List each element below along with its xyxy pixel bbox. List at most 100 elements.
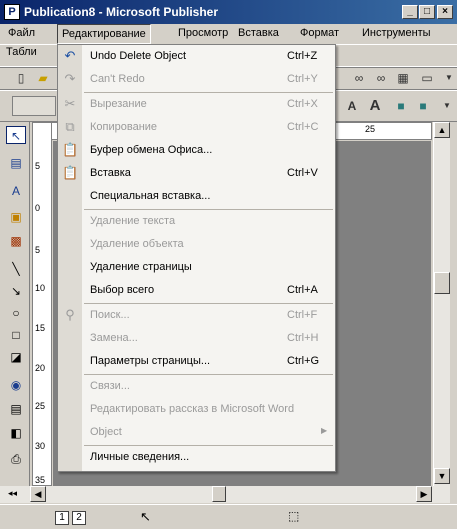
ruler-tick: 20 (35, 363, 46, 373)
ruler-tick: 5 (35, 161, 41, 171)
paste-icon: 📋 (62, 165, 79, 180)
vertical-scroll-thumb[interactable] (434, 272, 450, 294)
menu-item-undo[interactable]: ↶ Undo Delete Object Ctrl+Z (58, 45, 335, 68)
design-gallery-icon[interactable]: ⎙ (6, 450, 26, 468)
menu-item-object[interactable]: Object ▶ (58, 421, 335, 444)
menu-item-paste[interactable]: 📋 Вставка Ctrl+V (58, 162, 335, 185)
menu-item-paste-special[interactable]: Специальная вставка... (58, 185, 335, 208)
menu-format[interactable]: Формат (298, 27, 341, 39)
menu-item-label: Удаление объекта (90, 238, 184, 250)
horizontal-scroll-thumb[interactable] (212, 486, 226, 502)
scroll-right-button[interactable]: ▶ (416, 486, 432, 502)
menu-item-personal-info[interactable]: Личные сведения... (58, 446, 335, 469)
picture-frame-icon[interactable]: ▣ (6, 208, 26, 226)
shadow-icon[interactable]: ■ (414, 97, 432, 115)
hot-spot-icon[interactable]: ◉ (6, 376, 26, 394)
find-icon: ⚲ (65, 307, 75, 322)
unlink-icon[interactable]: ∞ (372, 69, 390, 87)
toolbar-options-icon[interactable]: ▼ (440, 69, 457, 87)
menu-item-office-clipboard[interactable]: 📋 Буфер обмена Офиса... (58, 139, 335, 162)
menu-file[interactable]: Файл (6, 27, 37, 39)
link-icon[interactable]: ∞ (350, 69, 368, 87)
edit-menu-dropdown: ↶ Undo Delete Object Ctrl+Z ↷ Can't Redo… (57, 44, 336, 472)
wordart-icon[interactable]: A (6, 182, 26, 200)
menu-view[interactable]: Просмотр (176, 27, 230, 39)
menu-item-page-setup[interactable]: Параметры страницы... Ctrl+G (58, 350, 335, 373)
page-2-button[interactable]: 2 (72, 511, 86, 525)
menu-item-links[interactable]: Связи... (58, 375, 335, 398)
title-bar[interactable]: P Publication8 - Microsoft Publisher _ □… (0, 0, 457, 24)
menu-item-shortcut: Ctrl+G (287, 355, 320, 367)
vertical-scrollbar[interactable]: ▲ ▼ (433, 122, 450, 486)
increase-font-icon[interactable]: A (343, 97, 361, 115)
menu-item-label: Удаление страницы (90, 261, 192, 273)
submenu-arrow-icon: ▶ (321, 426, 328, 435)
scroll-up-button[interactable]: ▲ (434, 122, 450, 138)
menu-item-label: Личные сведения... (90, 451, 190, 463)
pointer-icon[interactable]: ↖ (6, 126, 26, 144)
menu-item-replace[interactable]: Замена... Ctrl+H (58, 327, 335, 350)
menu-item-shortcut: Ctrl+V (287, 167, 318, 179)
menu-item-find[interactable]: ⚲ Поиск... Ctrl+F (58, 304, 335, 327)
page-1-button[interactable]: 1 (55, 511, 69, 525)
menu-tools[interactable]: Инструменты (360, 27, 433, 39)
objects-toolbar: ↖ ▤ A ▣ ▩ ╲ ↘ ○ □ ◪ ◉ ▤ ◧ ⎙ (0, 122, 30, 486)
rectangle-icon[interactable]: □ (6, 326, 26, 344)
group-icon[interactable]: ▦ (394, 69, 412, 87)
scroll-left-button[interactable]: ◀ (30, 486, 46, 502)
horizontal-scrollbar[interactable]: ◂◂ ◀ ▶ (0, 486, 450, 503)
menu-item-shortcut: Ctrl+Z (287, 50, 318, 62)
publisher-icon[interactable]: P (4, 4, 20, 20)
menu-item-label: Специальная вставка... (90, 190, 211, 202)
status-bar: 1 2 ↖ ⬚ (0, 504, 457, 529)
menu-item-label: Вырезание (90, 98, 147, 110)
scroll-nav-icon[interactable]: ◂◂ (8, 488, 17, 499)
close-button[interactable]: × (437, 5, 453, 19)
ruler-tick: 10 (35, 283, 46, 293)
menu-insert[interactable]: Вставка (236, 27, 281, 39)
menu-item-delete-page[interactable]: Удаление страницы (58, 256, 335, 279)
menu-item-redo[interactable]: ↷ Can't Redo Ctrl+Y (58, 68, 335, 91)
oval-icon[interactable]: ○ (6, 304, 26, 322)
clip-art-icon[interactable]: ▩ (6, 232, 26, 250)
menu-item-shortcut: Ctrl+Y (287, 73, 318, 85)
fill-color-icon[interactable]: ■ (392, 97, 410, 115)
style-box[interactable] (12, 96, 56, 116)
arrow-icon[interactable]: ↘ (6, 282, 26, 300)
menu-item-label: Удаление текста (90, 215, 176, 227)
menu-item-delete-object[interactable]: Удаление объекта (58, 233, 335, 256)
object-position-icon: ⬚ (288, 509, 300, 523)
ruler-tick: 5 (35, 245, 41, 255)
menu-item-label: Выбор всего (90, 284, 155, 296)
minimize-button[interactable]: _ (402, 5, 418, 19)
menu-item-shortcut: Ctrl+A (287, 284, 318, 296)
open-icon[interactable]: ▰ (34, 69, 52, 87)
menu-edit[interactable]: Редактирование (57, 24, 151, 44)
scroll-down-button[interactable]: ▼ (434, 468, 450, 484)
menu-item-select-all[interactable]: Выбор всего Ctrl+A (58, 279, 335, 302)
text-box-icon[interactable]: ▤ (6, 154, 26, 172)
vertical-ruler[interactable]: 5 0 5 10 15 20 25 30 35 (32, 122, 52, 486)
menu-item-cut[interactable]: ✂ Вырезание Ctrl+X (58, 93, 335, 116)
menu-item-edit-story-in-word[interactable]: Редактировать рассказ в Microsoft Word (58, 398, 335, 421)
menu-item-copy[interactable]: ⧉ Копирование Ctrl+C (58, 116, 335, 139)
maximize-button[interactable]: □ (419, 5, 435, 19)
menu-item-label: Can't Redo (90, 73, 145, 85)
clipboard-icon: 📋 (62, 142, 79, 157)
cut-icon: ✂ (64, 96, 76, 111)
line-icon[interactable]: ╲ (6, 260, 26, 278)
menu-item-delete-text[interactable]: Удаление текста (58, 210, 335, 233)
toolbar-options-icon-2[interactable]: ▼ (438, 97, 456, 115)
menu-item-label: Object (90, 426, 122, 438)
autoshapes-icon[interactable]: ◪ (6, 348, 26, 366)
html-fragment-icon[interactable]: ◧ (6, 424, 26, 442)
undo-icon: ↶ (64, 48, 76, 63)
menu-item-shortcut: Ctrl+F (287, 309, 318, 321)
grow-font-icon[interactable]: A (366, 97, 384, 115)
menu-table[interactable]: Табли (4, 46, 39, 58)
form-control-icon[interactable]: ▤ (6, 400, 26, 418)
zoom-icon[interactable]: ▭ (418, 69, 436, 87)
ruler-tick: 0 (35, 203, 41, 213)
menu-item-shortcut: Ctrl+X (287, 98, 318, 110)
new-icon[interactable]: ▯ (12, 69, 30, 87)
